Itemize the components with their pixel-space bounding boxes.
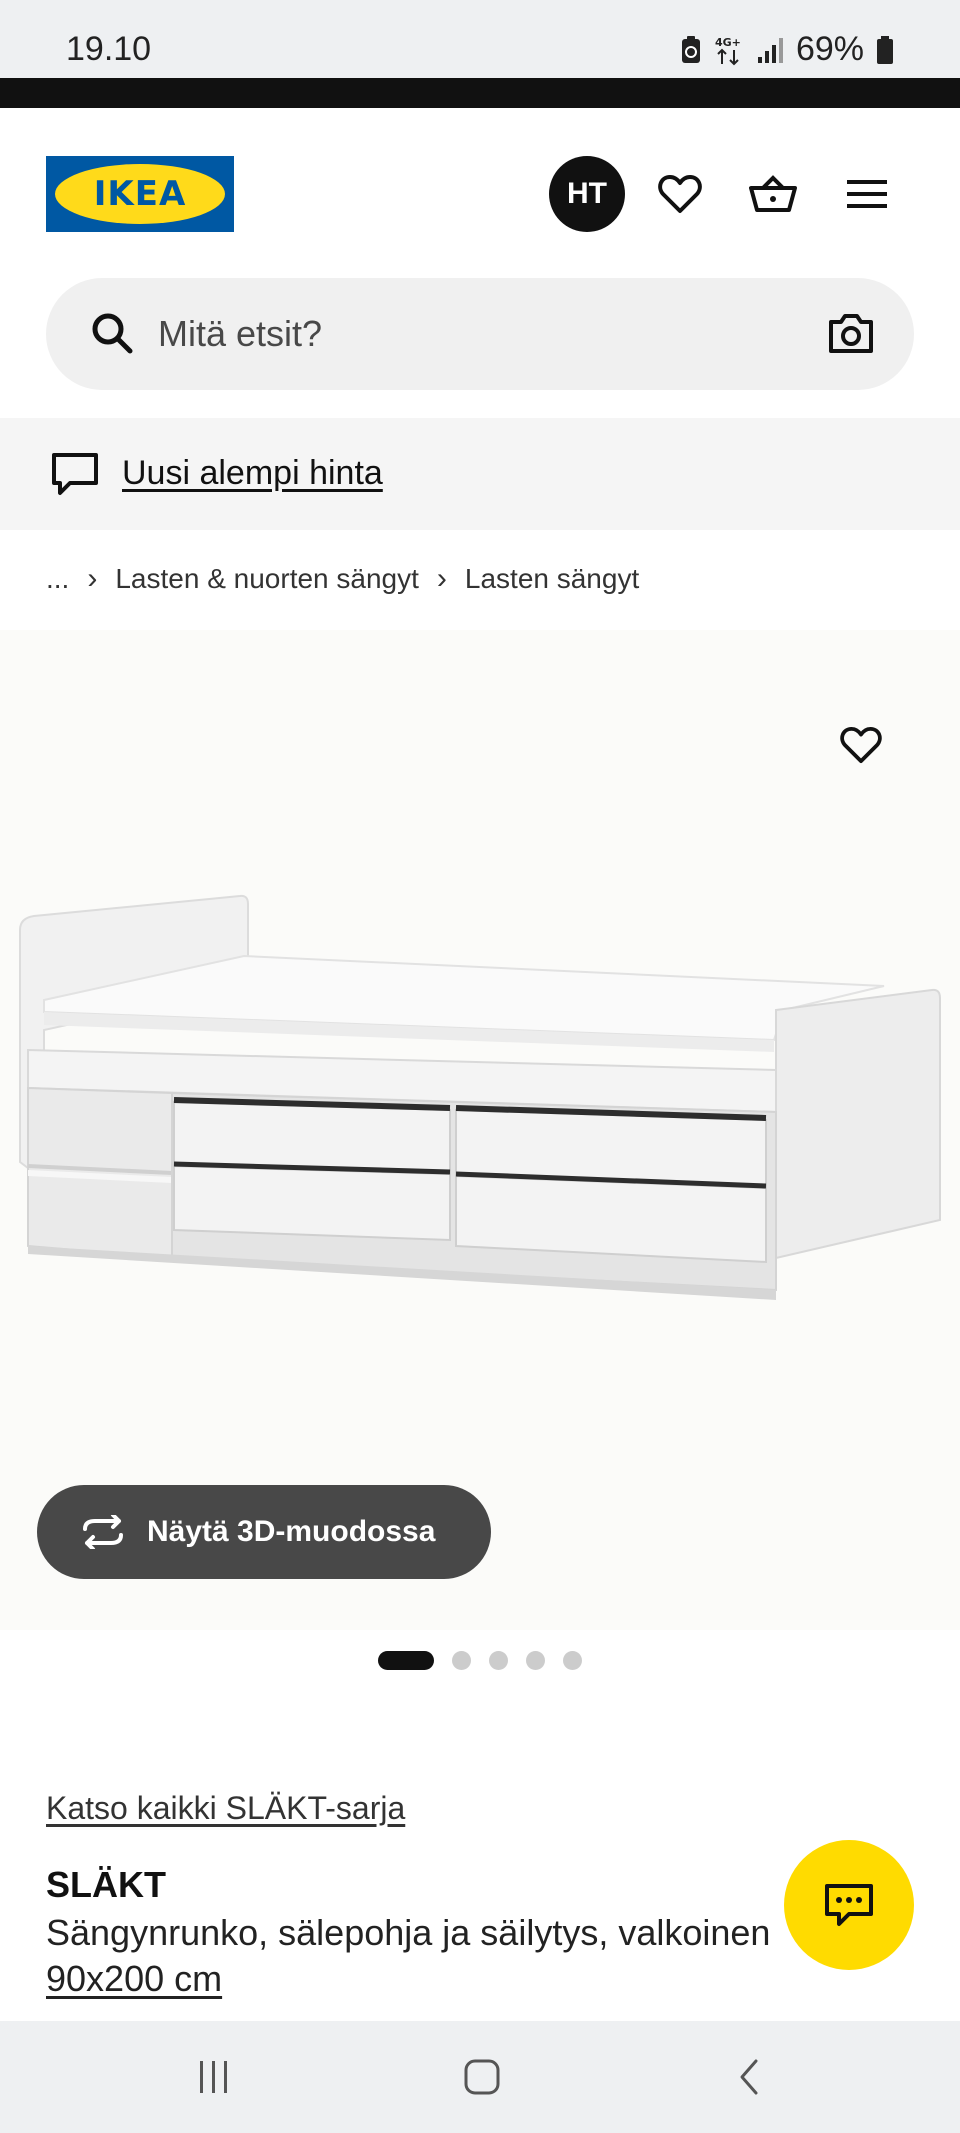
chat-bubble-icon bbox=[52, 453, 98, 495]
search-bar[interactable] bbox=[46, 278, 914, 390]
product-name: SLÄKT bbox=[46, 1864, 166, 1905]
chat-support-icon bbox=[825, 1884, 873, 1926]
carousel-dot-active[interactable] bbox=[378, 1651, 434, 1670]
signal-icon bbox=[757, 37, 783, 63]
battery-icon bbox=[877, 35, 893, 64]
view-3d-button[interactable]: Näytä 3D-muodossa bbox=[37, 1485, 491, 1579]
new-lower-price-link[interactable]: Uusi alempi hinta bbox=[122, 454, 383, 493]
chevron-right-icon: › bbox=[87, 562, 98, 595]
logo-text: IKEA bbox=[93, 174, 187, 214]
breadcrumb: ... › Lasten & nuorten sängyt › Lasten s… bbox=[46, 562, 639, 596]
carousel-dot[interactable] bbox=[489, 1651, 508, 1670]
carousel-dot[interactable] bbox=[452, 1651, 471, 1670]
ikea-logo[interactable]: IKEA bbox=[46, 156, 234, 232]
account-avatar[interactable]: HT bbox=[549, 156, 625, 232]
camera-icon[interactable] bbox=[828, 312, 874, 354]
promo-banner: Uusi alempi hinta bbox=[0, 418, 960, 530]
recent-apps-icon[interactable] bbox=[186, 2049, 242, 2105]
system-nav-bar bbox=[0, 2021, 960, 2133]
product-image bbox=[19, 894, 941, 1300]
carousel-indicators bbox=[378, 1651, 582, 1670]
view-3d-label: Näytä 3D-muodossa bbox=[147, 1515, 436, 1548]
battery-saver-icon bbox=[681, 35, 700, 63]
carousel-dot[interactable] bbox=[526, 1651, 545, 1670]
series-link[interactable]: Katso kaikki SLÄKT-sarja bbox=[46, 1790, 405, 1827]
chevron-right-icon: › bbox=[436, 562, 447, 595]
search-input[interactable] bbox=[158, 278, 758, 390]
chat-support-button[interactable] bbox=[784, 1840, 914, 1970]
status-indicators: 4G+ 69% bbox=[680, 30, 894, 69]
status-bar: 19.10 4G+ 69% bbox=[0, 0, 960, 78]
product-gallery[interactable]: Näytä 3D-muodossa bbox=[0, 630, 960, 1670]
product-size-link[interactable]: 90x200 cm bbox=[46, 1958, 222, 2000]
product-description: Sängynrunko, sälepohja ja säilytys, valk… bbox=[46, 1912, 771, 1953]
breadcrumb-ellipsis[interactable]: ... bbox=[46, 563, 69, 595]
svg-text:4G+: 4G+ bbox=[715, 36, 741, 49]
carousel-dot[interactable] bbox=[563, 1651, 582, 1670]
menu-icon[interactable] bbox=[843, 170, 891, 218]
battery-percent: 69% bbox=[795, 30, 864, 68]
breadcrumb-item[interactable]: Lasten sängyt bbox=[465, 563, 639, 595]
heart-icon[interactable] bbox=[656, 170, 704, 218]
rotate-3d-icon bbox=[83, 1515, 123, 1549]
browser-bar bbox=[0, 78, 960, 108]
back-icon[interactable] bbox=[722, 2049, 778, 2105]
status-time: 19.10 bbox=[66, 30, 152, 68]
heart-icon[interactable] bbox=[840, 726, 882, 764]
home-icon[interactable] bbox=[454, 2049, 510, 2105]
basket-icon[interactable] bbox=[749, 170, 797, 218]
data-arrows-icon: 4G+ bbox=[715, 36, 741, 65]
search-icon[interactable] bbox=[90, 311, 134, 355]
breadcrumb-item[interactable]: Lasten & nuorten sängyt bbox=[115, 563, 419, 595]
site-header: IKEA HT bbox=[0, 108, 960, 278]
